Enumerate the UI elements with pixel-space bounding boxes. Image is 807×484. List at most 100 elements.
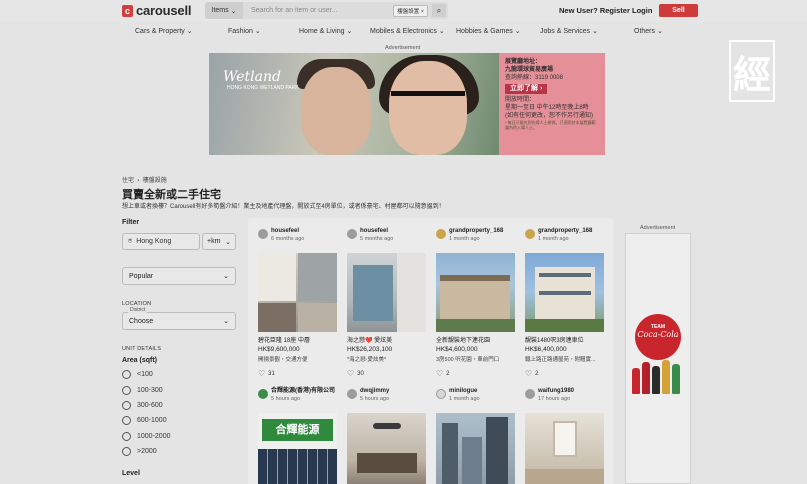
page-description: 想上車或者換樓？Carousell有好多筍盤介紹！業主及地產代理盤，開放式至4房… [122, 204, 445, 210]
listing-image[interactable]: 合輝能源 [258, 413, 337, 484]
avatar[interactable] [258, 389, 268, 399]
listing-image[interactable] [525, 253, 604, 332]
ad-label: Advertisement [385, 45, 421, 51]
radius-dropdown[interactable]: +km ⌄ [202, 233, 236, 250]
banner-cta-button[interactable]: 立即了解 › [505, 84, 548, 94]
side-ad[interactable]: TEAM Coca-Cola [625, 233, 691, 484]
listing-title[interactable]: 靚裝1480呎3房連車位 [525, 335, 605, 344]
like-count: 2 [535, 370, 539, 377]
listing-image[interactable] [347, 253, 426, 332]
listing-image-shape [298, 253, 337, 301]
listing-card[interactable]: minilogue 1 month ago [436, 388, 516, 484]
like-button[interactable]: ♡ 2 [525, 369, 605, 378]
listing-seller[interactable]: 合輝能源(香港)有限公司 [271, 388, 335, 395]
avatar[interactable] [347, 389, 357, 399]
listing-image-shape [525, 469, 604, 484]
banner-figure [301, 67, 371, 155]
category-others[interactable]: Others ⌄ [634, 27, 663, 35]
district-value: Choose [129, 317, 154, 325]
search-input[interactable]: Search for an item or user... [251, 7, 393, 14]
area-option-radio[interactable]: <100 [122, 370, 153, 379]
listing-image-shape [397, 253, 426, 332]
category-jobs-services[interactable]: Jobs & Services ⌄ [540, 27, 598, 35]
banner-brand-sub: HONG KONG WETLAND PARK [227, 85, 299, 91]
area-option-label: <100 [137, 371, 153, 378]
listing-seller[interactable]: housefeel [271, 228, 304, 235]
area-option-radio[interactable]: 100-300 [122, 386, 163, 395]
breadcrumb-item[interactable]: 樓盤設施 [143, 178, 167, 184]
listing-seller[interactable]: waifung1980 [538, 388, 574, 395]
sell-button[interactable]: Sell [659, 4, 698, 17]
category-label: Others [634, 28, 656, 35]
search-icon[interactable]: ⌕ [432, 4, 446, 17]
listing-title[interactable]: 碧花臣隆 18座 中層 [258, 335, 338, 344]
listing-card[interactable]: 合輝能源(香港)有限公司 5 hours ago 合輝能源 [258, 388, 338, 484]
avatar[interactable] [258, 229, 268, 239]
listing-card[interactable]: dwqjimmy 5 hours ago [347, 388, 427, 484]
area-option-radio[interactable]: 600-1000 [122, 416, 167, 425]
area-option-radio[interactable]: >2000 [122, 447, 157, 456]
banner-ad[interactable]: Wetland HONG KONG WETLAND PARK 展覽廳地址： 九龍… [209, 53, 605, 155]
listing-seller[interactable]: housefeel [360, 228, 393, 235]
like-button[interactable]: ♡ 30 [347, 369, 427, 378]
like-button[interactable]: ♡ 2 [436, 369, 516, 378]
listing-image[interactable] [347, 413, 426, 484]
radio-circle-icon [122, 432, 131, 441]
search-category-dropdown[interactable]: Items ⌄ [205, 2, 243, 19]
listing-seller[interactable]: grandproperty_168 [538, 228, 592, 235]
location-selector[interactable]: ⌾ Hong Kong [122, 233, 200, 250]
listing-description: *海之戀·愛炫美* [347, 357, 387, 363]
filter-title: Filter [122, 219, 140, 226]
breadcrumb-item[interactable]: 住宅 [122, 178, 134, 184]
listing-image-text: 合輝能源 [262, 419, 333, 441]
avatar[interactable] [436, 229, 446, 239]
like-button[interactable]: ♡ 31 [258, 369, 338, 378]
listing-seller[interactable]: grandproperty_168 [449, 228, 503, 235]
category-label: Mobiles & Electronics [370, 28, 437, 35]
listing-card[interactable]: waifung1980 17 hours ago [525, 388, 605, 484]
area-option-radio[interactable]: 1000-2000 [122, 432, 170, 441]
listing-card[interactable]: grandproperty_168 1 month ago 全新靚裝地下連花園 H… [436, 228, 516, 378]
listing-image[interactable] [436, 253, 515, 332]
listing-card[interactable]: grandproperty_168 1 month ago 靚裝1480呎3房連車… [525, 228, 605, 378]
chevron-down-icon: ⌄ [225, 238, 231, 246]
avatar[interactable] [525, 389, 535, 399]
category-mobiles-electronics[interactable]: Mobiles & Electronics ⌄ [370, 27, 445, 35]
listing-title[interactable]: 全新靚裝地下連花園 [436, 335, 516, 344]
location-pin-icon: ⌾ [128, 237, 133, 245]
listing-image-shape [462, 437, 482, 484]
avatar[interactable] [525, 229, 535, 239]
listing-title[interactable]: 海之戀❤️ 愛炫美 [347, 335, 427, 344]
banner-info-line: 查詢熱線：3119 0008 [505, 75, 563, 81]
listing-time: 1 month ago [538, 236, 569, 242]
sort-dropdown[interactable]: Popular ⌄ [122, 267, 236, 285]
district-dropdown[interactable]: Choose ⌄ [122, 312, 236, 330]
listing-card[interactable]: housefeel 6 months ago 碧花臣隆 18座 中層 HK$9,6… [258, 228, 338, 378]
carousell-logo[interactable]: c carousell [122, 3, 191, 18]
radio-circle-icon [122, 447, 131, 456]
search-bar[interactable]: Items ⌄ Search for an item or user... 樓盤… [205, 2, 448, 19]
listing-image-shape [539, 273, 591, 277]
listing-image[interactable] [258, 253, 337, 332]
listing-seller[interactable]: dwqjimmy [360, 388, 389, 395]
register-link[interactable]: New User? Register [559, 6, 630, 15]
listing-image[interactable] [436, 413, 515, 484]
category-fashion[interactable]: Fashion ⌄ [228, 27, 261, 35]
listing-card[interactable]: housefeel 5 months ago 海之戀❤️ 愛炫美 HK$26,20… [347, 228, 427, 378]
banner-hours-line: (如有任何更改，恕不作另行通知) [505, 113, 593, 119]
listing-description: 開揚景觀・交通方便 [258, 357, 308, 363]
avatar[interactable] [436, 389, 446, 399]
category-cars-property[interactable]: Cars & Property ⌄ [135, 27, 193, 35]
bottle-shape [652, 366, 660, 394]
category-home-living[interactable]: Home & Living ⌄ [299, 27, 352, 35]
category-hobbies-games[interactable]: Hobbies & Games ⌄ [456, 27, 521, 35]
location-value: Hong Kong [136, 238, 172, 245]
search-filter-chip[interactable]: 樓盤設置 × [393, 4, 428, 17]
login-link[interactable]: Login [632, 6, 652, 15]
area-option-radio[interactable]: 300-600 [122, 401, 163, 410]
listing-image[interactable] [525, 413, 604, 484]
bottle-shape [672, 364, 680, 394]
listing-image-shape [357, 453, 417, 473]
listing-seller[interactable]: minilogue [449, 388, 480, 395]
avatar[interactable] [347, 229, 357, 239]
